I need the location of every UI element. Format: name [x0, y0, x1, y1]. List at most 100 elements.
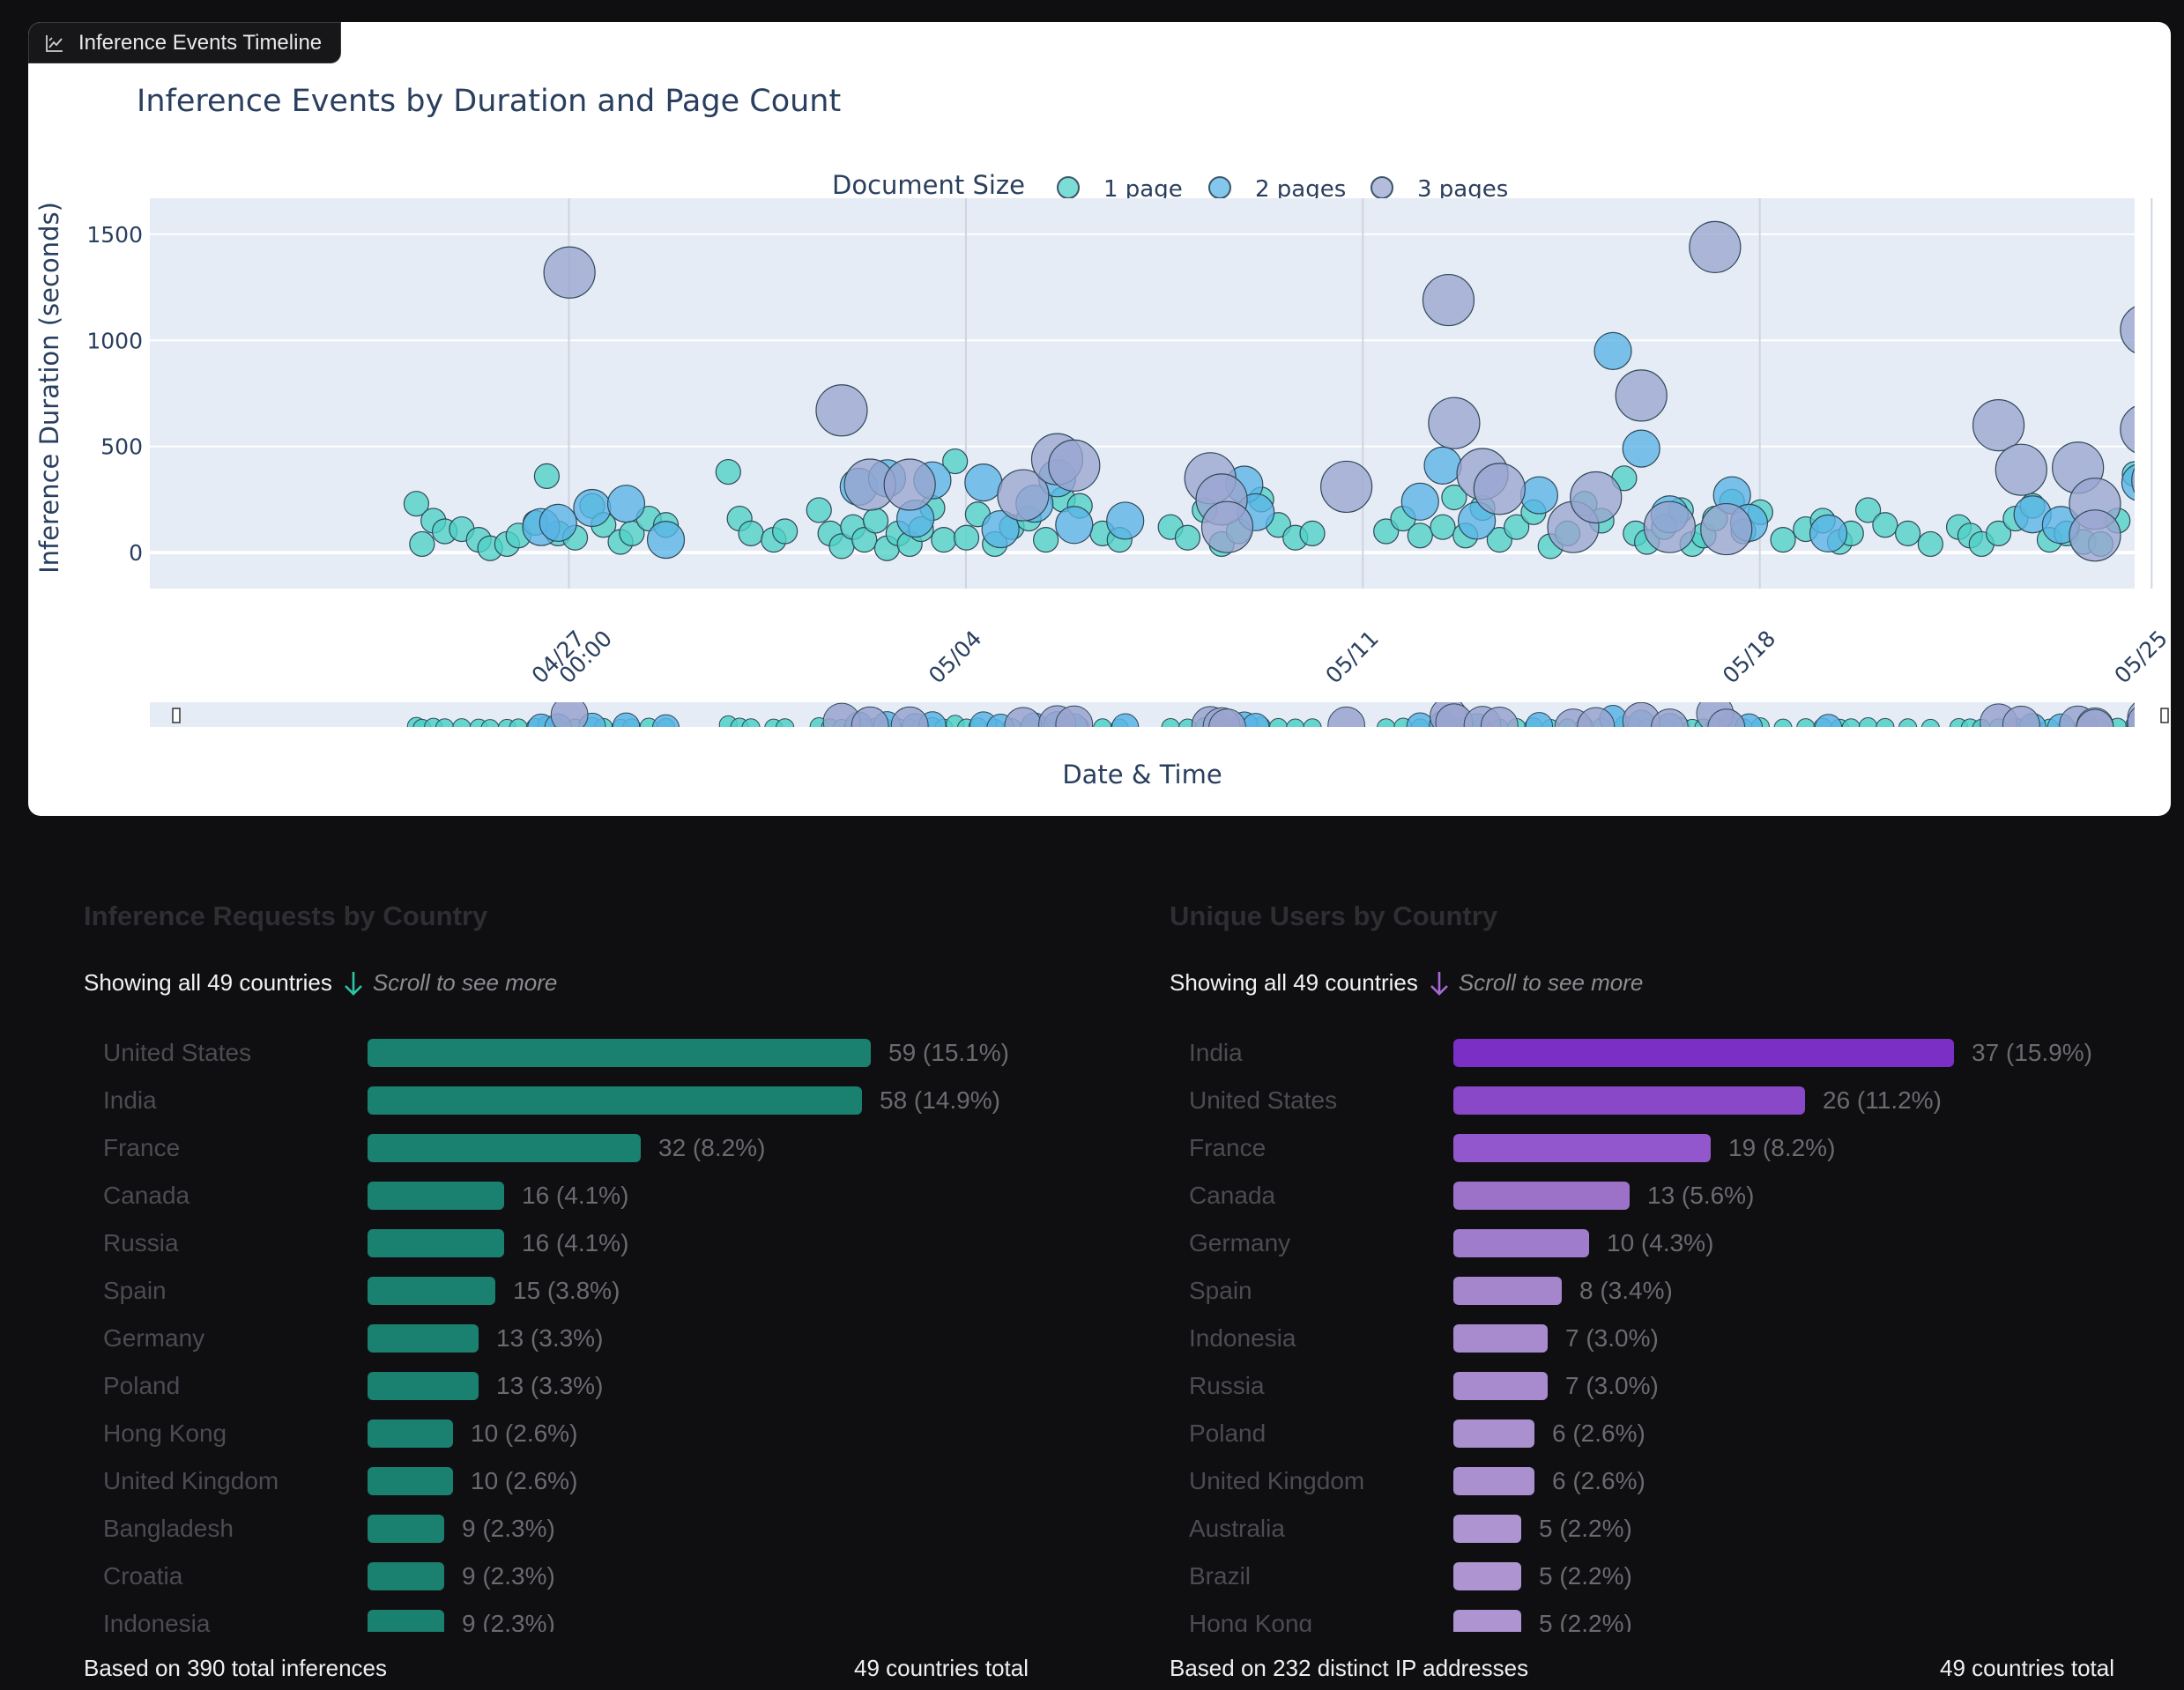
country-row[interactable]: France 32 (8.2%) [84, 1124, 1053, 1172]
data-point[interactable] [543, 246, 596, 299]
data-point[interactable] [539, 503, 577, 542]
range-slider-point [1055, 705, 1094, 727]
data-point[interactable] [2157, 513, 2171, 537]
country-row[interactable]: Canada 16 (4.1%) [84, 1172, 1053, 1219]
data-point[interactable] [2121, 464, 2158, 501]
data-point[interactable] [1422, 273, 1475, 327]
country-row[interactable]: United States 59 (15.1%) [84, 1029, 1053, 1077]
country-row[interactable]: Spain 15 (3.8%) [84, 1267, 1053, 1315]
timeline-chart[interactable]: Inference Events by Duration and Page Co… [28, 22, 2171, 816]
data-point[interactable] [1770, 527, 1796, 553]
data-point[interactable] [772, 518, 799, 545]
data-point[interactable] [1407, 523, 1433, 549]
data-point[interactable] [1048, 439, 1101, 492]
data-point[interactable] [1055, 506, 1094, 545]
country-value: 15 (3.8%) [513, 1277, 620, 1304]
range-slider-point [2127, 707, 2135, 727]
data-point[interactable] [1430, 514, 1456, 540]
timeline-tab[interactable]: Inference Events Timeline [28, 22, 341, 63]
data-point[interactable] [1174, 524, 1201, 551]
data-point[interactable] [1615, 369, 1668, 422]
data-point[interactable] [715, 458, 741, 486]
country-row[interactable]: Indonesia 7 (3.0%) [1170, 1315, 2139, 1362]
country-name: United States [1189, 1086, 1338, 1114]
country-row[interactable]: Hong Kong 10 (2.6%) [84, 1410, 1053, 1457]
country-row[interactable]: India 37 (15.9%) [1170, 1029, 2139, 1077]
country-row[interactable]: Brazil 5 (2.2%) [1170, 1553, 2139, 1600]
data-point[interactable] [1622, 429, 1660, 468]
country-row[interactable]: Russia 16 (4.1%) [84, 1219, 1053, 1267]
data-point[interactable] [815, 384, 868, 437]
data-point[interactable] [2139, 373, 2171, 410]
country-bar [368, 1324, 479, 1353]
country-row[interactable]: United Kingdom 6 (2.6%) [1170, 1457, 2139, 1505]
data-point[interactable] [1917, 530, 1943, 558]
data-point[interactable] [1519, 476, 1559, 515]
data-point[interactable] [1106, 501, 1145, 540]
country-row[interactable]: France 19 (8.2%) [1170, 1124, 2139, 1172]
country-row[interactable]: United Kingdom 10 (2.6%) [84, 1457, 1053, 1505]
country-row[interactable]: Poland 13 (3.3%) [84, 1362, 1053, 1410]
range-slider-point [2143, 720, 2160, 738]
data-point[interactable] [2120, 404, 2171, 455]
data-point[interactable] [1809, 514, 1848, 553]
data-point[interactable] [573, 488, 612, 528]
data-point[interactable] [1593, 331, 1632, 370]
data-point[interactable] [2120, 304, 2171, 355]
country-row[interactable]: United States 26 (11.2%) [1170, 1077, 2139, 1124]
data-point[interactable] [1200, 500, 1254, 553]
country-value: 6 (2.6%) [1552, 1467, 1645, 1494]
range-slider-point [1242, 713, 1270, 727]
data-point[interactable] [964, 463, 1003, 502]
data-point[interactable] [1299, 520, 1326, 547]
data-point[interactable] [606, 485, 646, 523]
country-row[interactable]: Germany 13 (3.3%) [84, 1315, 1053, 1362]
data-point[interactable] [1428, 397, 1481, 449]
range-slider-left-handle[interactable] [172, 708, 181, 723]
country-row[interactable]: Indonesia 9 (2.3%) [84, 1600, 1053, 1632]
data-point[interactable] [1643, 500, 1696, 553]
range-slider-right-handle[interactable] [2160, 708, 2169, 723]
country-row[interactable]: India 58 (14.9%) [84, 1077, 1053, 1124]
country-row[interactable]: Bangladesh 9 (2.3%) [84, 1505, 1053, 1553]
range-slider-point [1707, 708, 1746, 727]
data-point[interactable] [862, 508, 889, 534]
data-point[interactable] [1570, 471, 1623, 524]
country-row[interactable]: Russia 7 (3.0%) [1170, 1362, 2139, 1410]
data-point[interactable] [1872, 512, 1898, 538]
requests-panel-subtitle: Showing all 49 countries Scroll to see m… [84, 969, 557, 997]
data-point[interactable] [738, 520, 764, 547]
data-point[interactable] [533, 463, 561, 489]
data-point[interactable] [1400, 482, 1439, 521]
country-row[interactable]: Hong Kong 5 (2.2%) [1170, 1600, 2139, 1632]
data-point[interactable] [409, 530, 435, 558]
data-point[interactable] [1320, 460, 1373, 514]
data-point[interactable] [1972, 399, 2025, 452]
country-row[interactable]: Australia 5 (2.2%) [1170, 1505, 2139, 1553]
users-country-list[interactable]: India 37 (15.9%) United States 26 (11.2%) Fr… [1170, 1029, 2139, 1632]
country-bar [1453, 1419, 1534, 1448]
data-point[interactable] [2069, 509, 2121, 562]
country-row[interactable]: Spain 8 (3.4%) [1170, 1267, 2139, 1315]
data-point[interactable] [1689, 220, 1742, 273]
data-point[interactable] [646, 521, 686, 560]
data-point[interactable] [1995, 443, 2047, 496]
country-row[interactable]: Canada 13 (5.6%) [1170, 1172, 2139, 1219]
country-name: Russia [1189, 1372, 1265, 1399]
data-point[interactable] [1700, 502, 1753, 556]
requests-country-list[interactable]: United States 59 (15.1%) India 58 (14.9%) Fr… [84, 1029, 1053, 1632]
country-name: United Kingdom [1189, 1467, 1365, 1494]
country-row[interactable]: Croatia 9 (2.3%) [84, 1553, 1053, 1600]
data-point[interactable] [883, 458, 936, 511]
data-point[interactable] [1473, 463, 1526, 515]
range-slider[interactable] [150, 695, 2171, 746]
data-point[interactable] [806, 497, 832, 523]
country-bar [1453, 1134, 1711, 1162]
country-row[interactable]: Germany 10 (4.3%) [1170, 1219, 2139, 1267]
data-point[interactable] [1033, 527, 1059, 553]
data-point[interactable] [953, 524, 980, 551]
data-point[interactable] [931, 527, 957, 553]
data-point[interactable] [1895, 520, 1921, 547]
country-row[interactable]: Poland 6 (2.6%) [1170, 1410, 2139, 1457]
data-point[interactable] [1423, 446, 1462, 485]
